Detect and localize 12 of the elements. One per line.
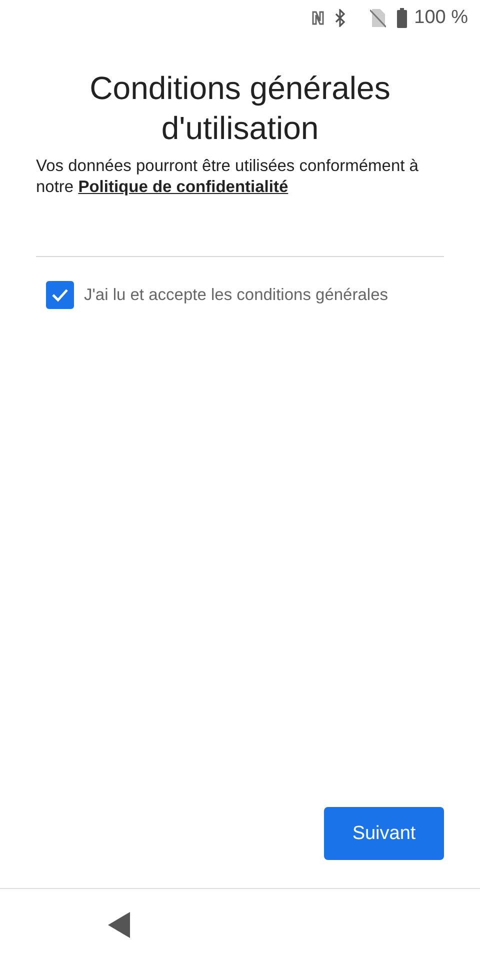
battery-icon	[396, 8, 408, 28]
privacy-policy-link[interactable]: Politique de confidentialité	[78, 178, 288, 196]
battery-percentage: 100 %	[414, 7, 468, 29]
next-button[interactable]: Suivant	[324, 807, 444, 860]
privacy-notice: Vos données pourront être utilisées conformément à notre Politique de confidentialité	[36, 156, 420, 198]
checkbox-label: J'ai lu et accepte les conditions générales	[84, 286, 388, 304]
bluetooth-icon	[334, 9, 346, 27]
nfc-icon	[312, 10, 324, 26]
checkbox[interactable]	[46, 281, 74, 309]
back-icon[interactable]	[108, 912, 130, 938]
no-sim-icon	[370, 8, 386, 28]
page-title: Conditions générales d'utilisation	[88, 69, 392, 148]
